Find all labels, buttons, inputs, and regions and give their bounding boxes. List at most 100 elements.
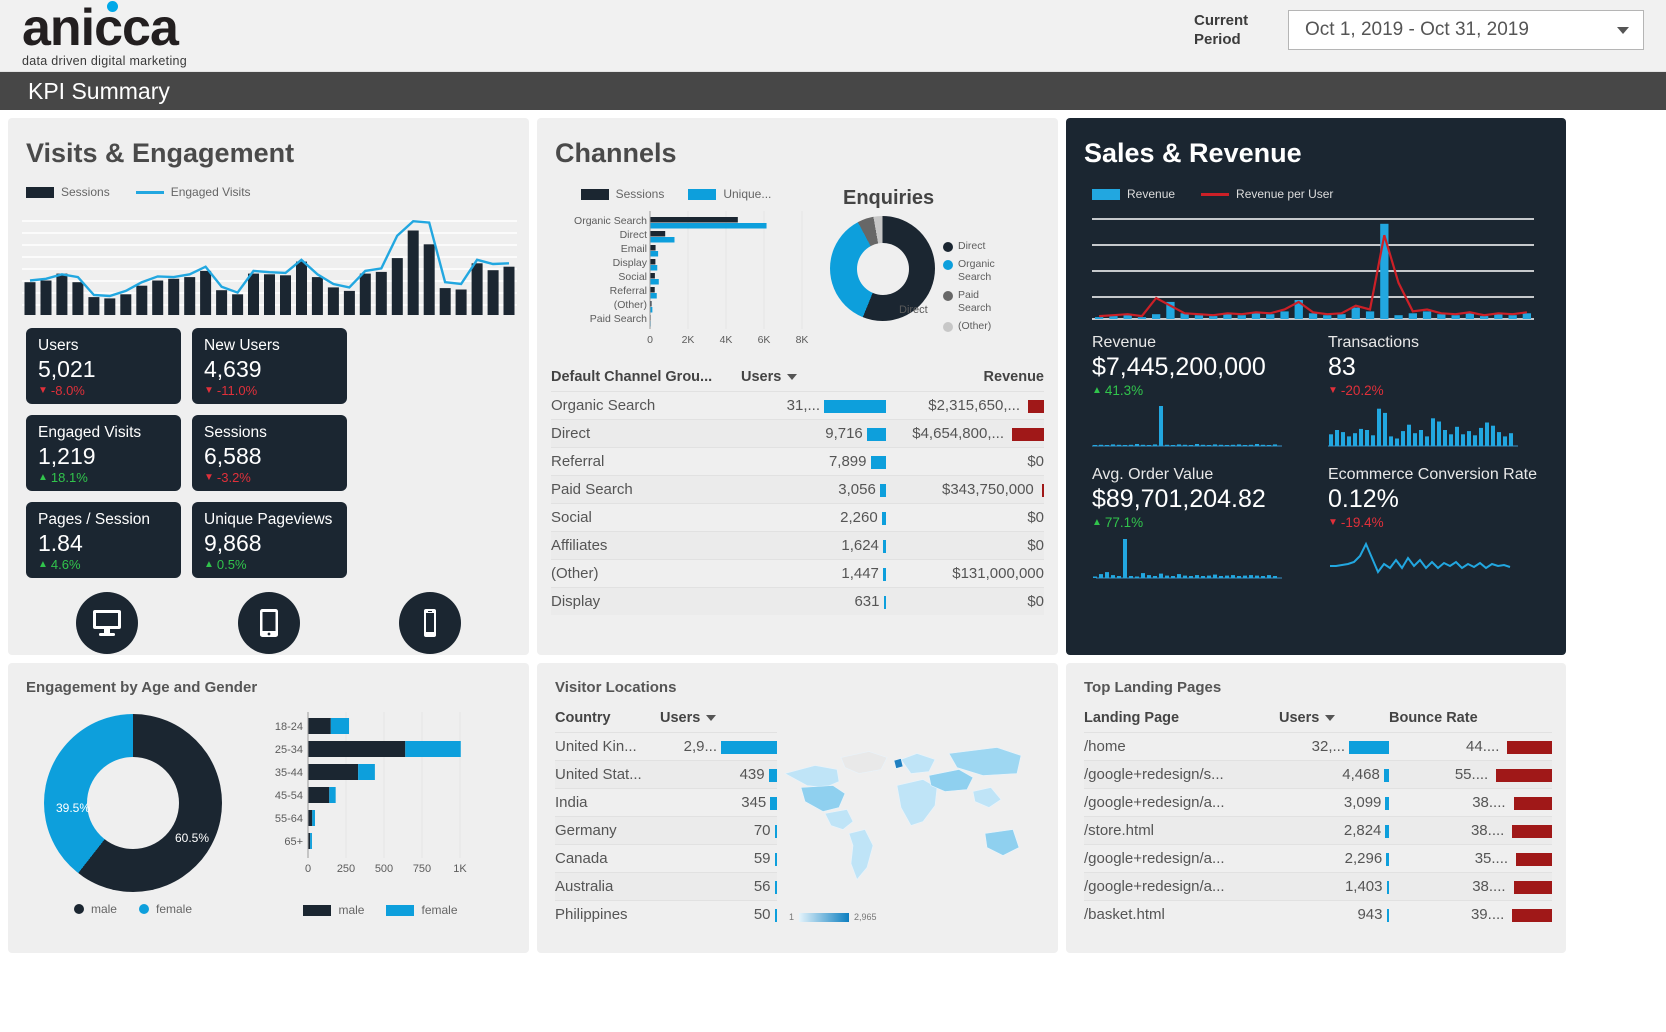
table-header-row: Landing Page Users Bounce Rate xyxy=(1084,706,1552,733)
enquiries-donut-chart: Enquiries Direct Direct Organic Search P… xyxy=(815,187,1050,357)
cell-users: 3,056 xyxy=(741,475,886,504)
sales-trend-chart xyxy=(1092,213,1546,328)
svg-text:65+: 65+ xyxy=(284,836,303,848)
table-row[interactable]: Paid Search 3,056 $343,750,000 xyxy=(551,475,1044,504)
column-header-revenue[interactable]: Revenue xyxy=(886,365,1044,392)
column-header-users[interactable]: Users xyxy=(660,706,777,733)
tile-value: 4,639 xyxy=(204,356,262,382)
age-bar-svg: 18-24 25-34 35-44 45-54 55-64 65+ 0 250 500 750 1… xyxy=(275,712,467,875)
table-row[interactable]: Referral 7,899 $0 xyxy=(551,447,1044,476)
table-header-row: Default Channel Grou... Users Revenue xyxy=(551,365,1044,392)
metric-label: Avg. Order Value xyxy=(1092,466,1214,483)
legend-label: Paid Search xyxy=(958,289,992,314)
table-row[interactable]: /google+redesign/a... 1,403 38.... xyxy=(1084,872,1552,901)
map-scale-min: 1 xyxy=(789,912,795,922)
tile-delta: ▼ -3.2% xyxy=(204,470,347,485)
kpi-tile-users[interactable]: Users 5,021 ▼ -8.0% xyxy=(26,328,181,404)
tile-value: 5,021 xyxy=(38,356,96,382)
cell-users-value: 2,260 xyxy=(840,509,878,526)
date-range-select[interactable]: Oct 1, 2019 - Oct 31, 2019 xyxy=(1288,10,1644,50)
donut-label-male: 60.5% xyxy=(175,831,210,845)
cell-revenue-value: $0 xyxy=(1027,509,1044,526)
world-map[interactable]: 1 2,965 xyxy=(777,696,1042,928)
table-row[interactable]: Germany 70 xyxy=(555,816,777,845)
legend-item-male: male xyxy=(73,902,117,916)
table-row[interactable]: United Kin... 2,9... xyxy=(555,732,777,761)
cell-users: 2,9... xyxy=(660,732,777,761)
metric-transactions[interactable]: Transactions 83 ▼ -20.2% xyxy=(1328,334,1564,466)
table-row[interactable]: Direct 9,716 $4,654,800,... xyxy=(551,419,1044,448)
cell-revenue: $0 xyxy=(886,531,1044,560)
arrow-down-icon: ▼ xyxy=(38,384,48,396)
column-header-users[interactable]: Users xyxy=(1279,706,1389,733)
age-gender-title: Engagement by Age and Gender xyxy=(26,679,258,696)
cell-bounce-rate: 38.... xyxy=(1389,816,1552,845)
table-row[interactable]: India 345 xyxy=(555,788,777,817)
metric-value: 83 xyxy=(1328,353,1356,381)
cell-landing-page: /google+redesign/s... xyxy=(1084,760,1279,789)
dashboard-row-1: Visits & Engagement Sessions Engaged Vis… xyxy=(0,118,1666,718)
table-row[interactable]: Philippines 50 xyxy=(555,900,777,928)
tile-delta-value: -11.0% xyxy=(216,383,258,398)
column-header-country[interactable]: Country xyxy=(555,706,660,733)
column-header-users[interactable]: Users xyxy=(741,365,886,392)
svg-text:Referral: Referral xyxy=(610,285,647,297)
table-row[interactable]: /basket.html 943 39.... xyxy=(1084,900,1552,928)
cell-revenue-value: $0 xyxy=(1027,453,1044,470)
kpi-tile-new-users[interactable]: New Users 4,639 ▼ -11.0% xyxy=(192,328,347,404)
tile-label: Engaged Visits xyxy=(38,424,142,441)
tile-delta: ▲ 0.5% xyxy=(204,557,347,572)
column-header-landing-page[interactable]: Landing Page xyxy=(1084,706,1279,733)
sort-caret-icon xyxy=(1325,715,1336,722)
donut-hole xyxy=(856,242,909,295)
table-row[interactable]: /google+redesign/a... 3,099 38.... xyxy=(1084,788,1552,817)
svg-text:4K: 4K xyxy=(720,334,733,346)
sales-panel-title: Sales & Revenue xyxy=(1084,138,1302,168)
cell-landing-page: /home xyxy=(1084,732,1279,761)
table-row[interactable]: /google+redesign/s... 4,468 55.... xyxy=(1084,760,1552,789)
page-title: KPI Summary xyxy=(28,77,170,104)
metric-delta: ▲ 41.3% xyxy=(1092,383,1328,398)
metric-value: 0.12% xyxy=(1328,485,1399,513)
svg-text:Social: Social xyxy=(618,271,647,283)
cell-revenue: $0 xyxy=(886,587,1044,615)
panel-channels: Channels Sessions Unique... Organic Sear… xyxy=(537,118,1058,655)
table-row[interactable]: United Stat... 439 xyxy=(555,760,777,789)
legend-item-sessions: Sessions xyxy=(26,185,110,199)
table-row[interactable]: (Other) 1,447 $131,000,000 xyxy=(551,559,1044,588)
svg-text:2K: 2K xyxy=(682,334,695,346)
donut-legend-item-direct: Direct xyxy=(943,240,1002,253)
table-row[interactable]: Display 631 $0 xyxy=(551,587,1044,615)
kpi-tile-engaged-visits[interactable]: Engaged Visits 1,219 ▲ 18.1% xyxy=(26,415,181,491)
metric-ecommerce-conversion-rate[interactable]: Ecommerce Conversion Rate 0.12% ▼ -19.4% xyxy=(1328,466,1564,598)
cell-users: 32,... xyxy=(1279,732,1389,761)
enquiries-title: Enquiries xyxy=(843,187,935,209)
cell-users: 345 xyxy=(660,788,777,817)
column-header-channel[interactable]: Default Channel Grou... xyxy=(551,365,741,392)
locations-table-wrap: Country Users United Kin... 2,9... United … xyxy=(537,696,777,928)
map-legend: 1 2,965 xyxy=(789,912,877,922)
sparkline-aov xyxy=(1093,539,1282,579)
column-header-bounce-rate[interactable]: Bounce Rate xyxy=(1389,706,1552,733)
table-row[interactable]: /home 32,... 44.... xyxy=(1084,732,1552,761)
table-row[interactable]: Australia 56 xyxy=(555,872,777,901)
period-control: Current Period Oct 1, 2019 - Oct 31, 201… xyxy=(1194,10,1644,50)
kpi-tiles: Users 5,021 ▼ -8.0% New Users 4,639 ▼ -11.… xyxy=(8,328,529,578)
kpi-tile-sessions[interactable]: Sessions 6,588 ▼ -3.2% xyxy=(192,415,347,491)
legend-item-male: male xyxy=(303,903,364,917)
metric-avg-order-value[interactable]: Avg. Order Value $89,701,204.82 ▲ 77.1% xyxy=(1092,466,1328,598)
cell-users: 31,... xyxy=(741,391,886,420)
cell-users: 59 xyxy=(660,844,777,873)
table-row[interactable]: /google+redesign/a... 2,296 35.... xyxy=(1084,844,1552,873)
metric-revenue[interactable]: Revenue $7,445,200,000 ▲ 41.3% xyxy=(1092,334,1328,466)
table-row[interactable]: Affiliates 1,624 $0 xyxy=(551,531,1044,560)
svg-text:6K: 6K xyxy=(758,334,771,346)
kpi-tile-unique-pageviews[interactable]: Unique Pageviews 9,868 ▲ 0.5% xyxy=(192,502,347,578)
channels-bar-chart: Sessions Unique... Organic Search Direct E… xyxy=(537,187,815,357)
panel-visitor-locations: Visitor Locations Country Users United K… xyxy=(537,663,1058,953)
table-row[interactable]: /store.html 2,824 38.... xyxy=(1084,816,1552,845)
table-row[interactable]: Organic Search 31,... $2,315,650,... xyxy=(551,391,1044,420)
table-row[interactable]: Social 2,260 $0 xyxy=(551,503,1044,532)
kpi-tile-pages-per-session[interactable]: Pages / Session 1.84 ▲ 4.6% xyxy=(26,502,181,578)
table-row[interactable]: Canada 59 xyxy=(555,844,777,873)
